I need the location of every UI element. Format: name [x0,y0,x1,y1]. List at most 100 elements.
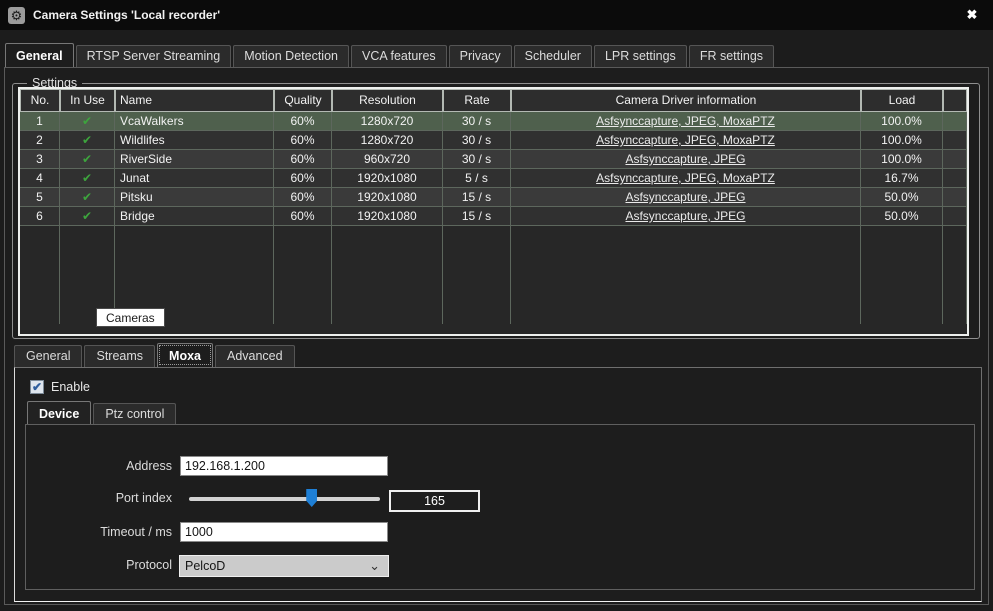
subtab-streams[interactable]: Streams [84,345,155,367]
cell-rate[interactable]: 15 / s [443,207,511,226]
col-header-in-use[interactable]: In Use [60,89,115,112]
tab-rtsp-server-streaming[interactable]: RTSP Server Streaming [76,45,232,67]
cell-driver[interactable]: Asfsynccapture, JPEG [511,150,861,169]
protocol-select[interactable]: PelcoD ⌄ [179,555,389,577]
cell-spacer[interactable] [943,131,967,150]
driver-link[interactable]: Asfsynccapture, JPEG [625,190,745,204]
timeout-input[interactable] [180,522,388,542]
cell-in-use[interactable]: ✔ [60,131,115,150]
cell-driver[interactable]: Asfsynccapture, JPEG, MoxaPTZ [511,112,861,131]
cell-driver[interactable]: Asfsynccapture, JPEG [511,188,861,207]
col-header-name[interactable]: Name [115,89,274,112]
cell-no[interactable]: 2 [20,131,60,150]
driver-link[interactable]: Asfsynccapture, JPEG [625,152,745,166]
cell-spacer[interactable] [943,112,967,131]
cell-spacer[interactable] [943,207,967,226]
cell-no[interactable]: 5 [20,188,60,207]
cell-name[interactable]: VcaWalkers [115,112,274,131]
cell-in-use[interactable]: ✔ [60,169,115,188]
subtab-advanced[interactable]: Advanced [215,345,295,367]
col-header-no[interactable]: No. [20,89,60,112]
col-header-rate[interactable]: Rate [443,89,511,112]
cell-no[interactable]: 3 [20,150,60,169]
cell-rate[interactable]: 5 / s [443,169,511,188]
port-index-slider[interactable] [189,497,380,501]
tab-scheduler[interactable]: Scheduler [514,45,592,67]
cell-load[interactable]: 100.0% [861,131,943,150]
subtab-moxa[interactable]: Moxa [157,343,213,367]
cell-name[interactable]: Pitsku [115,188,274,207]
cell-resolution[interactable]: 1920x1080 [332,207,443,226]
cell-name[interactable]: Wildlifes [115,131,274,150]
cell-quality[interactable]: 60% [274,169,332,188]
cell-no[interactable]: 4 [20,169,60,188]
cell-rate[interactable]: 30 / s [443,150,511,169]
tab-vca-features[interactable]: VCA features [351,45,447,67]
cell-resolution[interactable]: 1280x720 [332,131,443,150]
cell-name[interactable]: Junat [115,169,274,188]
enable-checkbox[interactable]: ✔ [30,380,44,394]
col-header-driver[interactable]: Camera Driver information [511,89,861,112]
tab-lpr-settings[interactable]: LPR settings [594,45,687,67]
cell-no[interactable]: 1 [20,112,60,131]
col-header-resolution[interactable]: Resolution [332,89,443,112]
cell-quality[interactable]: 60% [274,131,332,150]
cell-quality[interactable]: 60% [274,112,332,131]
cell-name[interactable]: Bridge [115,207,274,226]
cell-name[interactable]: RiverSide [115,150,274,169]
tab-motion-detection[interactable]: Motion Detection [233,45,349,67]
cell-load[interactable]: 50.0% [861,207,943,226]
tab-fr-settings[interactable]: FR settings [689,45,774,67]
cell-spacer[interactable] [943,169,967,188]
cell-resolution[interactable]: 1920x1080 [332,169,443,188]
cell-quality[interactable]: 60% [274,188,332,207]
cell-no[interactable]: 6 [20,207,60,226]
cell-quality[interactable]: 60% [274,150,332,169]
cell-spacer[interactable] [943,150,967,169]
protocol-label: Protocol [40,558,172,572]
cell-load[interactable]: 100.0% [861,150,943,169]
cell-driver[interactable]: Asfsynccapture, JPEG, MoxaPTZ [511,131,861,150]
check-icon: ✔ [82,152,92,166]
close-icon[interactable]: ✖ [963,6,981,24]
address-input[interactable] [180,456,388,476]
tab-privacy[interactable]: Privacy [449,45,512,67]
devtab-device[interactable]: Device [27,401,91,424]
table-empty-area [332,226,443,324]
table-empty-area [943,226,967,324]
cell-load[interactable]: 16.7% [861,169,943,188]
tab-general[interactable]: General [5,43,74,67]
cell-spacer[interactable] [943,188,967,207]
cell-driver[interactable]: Asfsynccapture, JPEG, MoxaPTZ [511,169,861,188]
cell-resolution[interactable]: 960x720 [332,150,443,169]
driver-link[interactable]: Asfsynccapture, JPEG [625,209,745,223]
cell-rate[interactable]: 30 / s [443,131,511,150]
col-header-load[interactable]: Load [861,89,943,112]
cell-in-use[interactable]: ✔ [60,188,115,207]
enable-checkbox-row[interactable]: ✔ Enable [30,380,90,394]
check-icon: ✔ [82,209,92,223]
cell-in-use[interactable]: ✔ [60,112,115,131]
port-index-label: Port index [40,491,172,505]
subtab-general[interactable]: General [14,345,82,367]
driver-link[interactable]: Asfsynccapture, JPEG, MoxaPTZ [596,133,775,147]
cell-load[interactable]: 50.0% [861,188,943,207]
cell-in-use[interactable]: ✔ [60,150,115,169]
col-header-spacer [943,89,967,112]
col-header-quality[interactable]: Quality [274,89,332,112]
cell-resolution[interactable]: 1920x1080 [332,188,443,207]
cell-driver[interactable]: Asfsynccapture, JPEG [511,207,861,226]
gear-icon: ⚙ [8,7,25,24]
cell-quality[interactable]: 60% [274,207,332,226]
table-empty-area [443,226,511,324]
camera-subtabs: General Streams Moxa Advanced [14,345,297,367]
cell-load[interactable]: 100.0% [861,112,943,131]
devtab-ptz-control[interactable]: Ptz control [93,403,176,424]
cell-in-use[interactable]: ✔ [60,207,115,226]
cell-resolution[interactable]: 1280x720 [332,112,443,131]
driver-link[interactable]: Asfsynccapture, JPEG, MoxaPTZ [596,171,775,185]
driver-link[interactable]: Asfsynccapture, JPEG, MoxaPTZ [596,114,775,128]
cell-rate[interactable]: 30 / s [443,112,511,131]
cell-rate[interactable]: 15 / s [443,188,511,207]
check-icon: ✔ [82,114,92,128]
